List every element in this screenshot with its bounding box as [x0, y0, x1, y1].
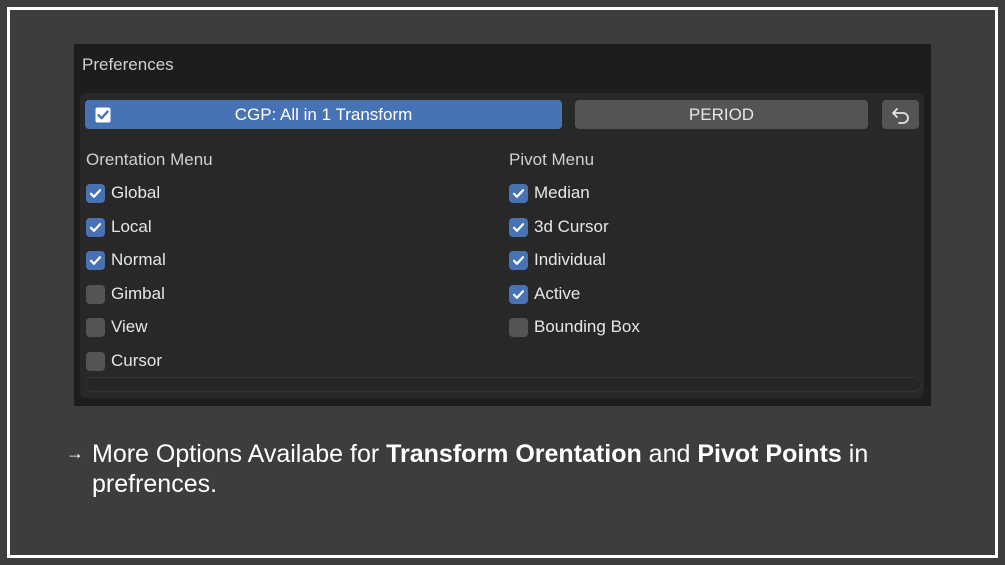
checkbox[interactable]	[86, 250, 105, 270]
caption-bold-1: Transform Orentation	[386, 440, 642, 468]
checkbox[interactable]	[509, 250, 528, 270]
checkbox[interactable]	[509, 317, 528, 337]
checkbox[interactable]	[86, 217, 105, 237]
checkbox[interactable]	[86, 351, 105, 371]
caption-text-2: and	[641, 440, 698, 468]
caption-bold-2: Pivot Points	[697, 440, 842, 468]
caption-text-3: in	[841, 440, 869, 468]
check-icon	[512, 188, 525, 198]
checkbox[interactable]	[86, 183, 105, 203]
checkbox[interactable]	[509, 217, 528, 237]
check-icon	[95, 107, 111, 123]
option-label: Normal	[111, 250, 166, 269]
caption-text-4: prefrences.	[92, 470, 218, 498]
option-global[interactable]: Global	[86, 183, 160, 203]
option-label: Median	[534, 183, 590, 202]
option-individual[interactable]: Individual	[509, 250, 606, 270]
checkbox[interactable]	[509, 183, 528, 203]
addon-box: CGP: All in 1 Transform PERIOD Orentatio…	[80, 93, 924, 398]
option-active[interactable]: Active	[509, 284, 580, 304]
pivot-menu-title: Pivot Menu	[509, 150, 595, 169]
orientation-menu-title: Orentation Menu	[86, 150, 213, 169]
checkbox[interactable]	[509, 284, 528, 304]
option-3d-cursor[interactable]: 3d Cursor	[509, 217, 609, 237]
option-label: Bounding Box	[534, 317, 640, 336]
option-label: Cursor	[111, 351, 163, 370]
check-icon	[512, 255, 525, 265]
option-label: Local	[111, 217, 152, 236]
checkbox[interactable]	[86, 317, 105, 337]
option-label: Global	[111, 183, 161, 202]
panel-title: Preferences	[82, 55, 174, 74]
check-icon	[89, 222, 102, 232]
addon-name: CGP: All in 1 Transform	[234, 104, 413, 124]
option-label: Individual	[534, 250, 606, 269]
arrow-right-icon: →	[66, 443, 84, 463]
option-label: Active	[534, 284, 581, 303]
option-local[interactable]: Local	[86, 217, 152, 237]
check-icon	[89, 188, 102, 198]
option-label: Gimbal	[111, 284, 165, 303]
reset-button[interactable]	[882, 100, 919, 129]
option-gimbal[interactable]: Gimbal	[86, 284, 165, 304]
period-label: PERIOD	[688, 104, 755, 124]
check-icon	[512, 222, 525, 232]
horizontal-scrollbar[interactable]	[85, 377, 921, 392]
option-label: 3d Cursor	[534, 217, 609, 236]
caption-note: → More Options Availabe for Transform Ore…	[66, 438, 946, 499]
preferences-panel: Preferences CGP: All in 1 Transform PERI…	[74, 44, 931, 406]
option-cursor[interactable]: Cursor	[86, 351, 162, 371]
checkbox[interactable]	[86, 284, 105, 304]
option-view[interactable]: View	[86, 317, 148, 337]
check-icon	[512, 289, 525, 299]
addon-header-toggle[interactable]: CGP: All in 1 Transform	[85, 100, 562, 129]
undo-icon	[891, 107, 909, 124]
option-label: View	[111, 317, 148, 336]
caption-text-1: More Options Availabe for	[92, 440, 387, 468]
orientation-menu-column: Orentation Menu Global Local Normal Gimb…	[86, 150, 213, 371]
option-median[interactable]: Median	[509, 183, 590, 203]
pivot-menu-column: Pivot Menu Median 3d Cursor Individual A…	[509, 150, 640, 337]
check-icon	[89, 255, 102, 265]
addon-enabled-checkbox[interactable]	[95, 107, 111, 128]
period-button[interactable]: PERIOD	[575, 100, 868, 129]
option-normal[interactable]: Normal	[86, 250, 166, 270]
option-bounding-box[interactable]: Bounding Box	[509, 317, 640, 337]
